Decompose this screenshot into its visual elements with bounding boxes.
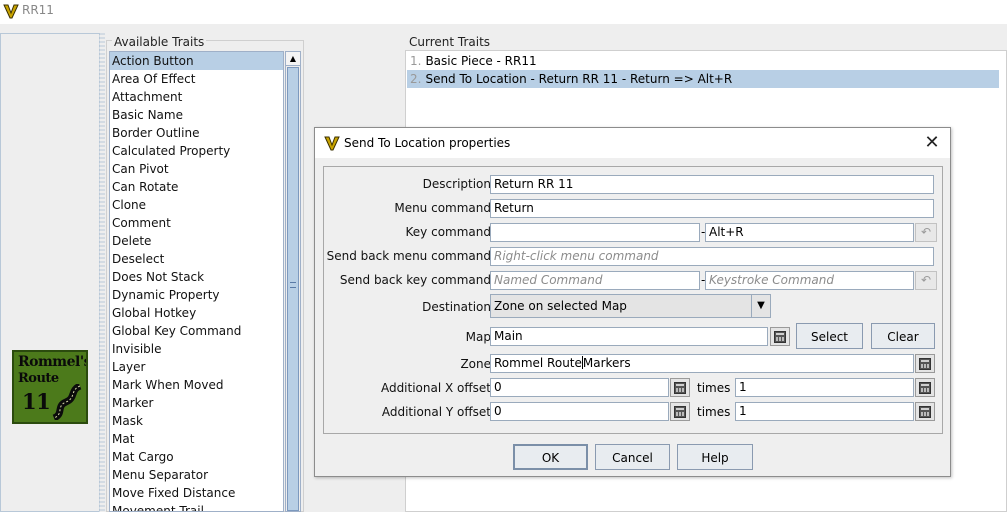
y-offset-label: Additional Y offset (381, 405, 491, 419)
destination-label: Destination (422, 300, 491, 314)
list-item-label: Basic Piece - RR11 (425, 54, 537, 68)
list-item[interactable]: Dynamic Property (110, 286, 283, 304)
send-back-menu-label: Send back menu command (326, 249, 491, 263)
calculator-icon[interactable] (670, 402, 690, 421)
list-item[interactable]: Action Button (110, 52, 283, 70)
map-field[interactable]: Main (490, 327, 768, 346)
keystroke-field[interactable]: Alt+R (705, 223, 914, 242)
calculator-icon[interactable] (670, 378, 690, 397)
list-item[interactable]: Can Pivot (110, 160, 283, 178)
undo-icon[interactable]: ↶ (915, 271, 937, 290)
available-traits-list[interactable]: Action Button Area Of Effect Attachment … (109, 51, 284, 512)
list-item[interactable]: Comment (110, 214, 283, 232)
current-traits-title: Current Traits (409, 35, 491, 49)
menu-command-label: Menu command (394, 201, 491, 215)
list-item[interactable]: Area Of Effect (110, 70, 283, 88)
list-item[interactable]: Marker (110, 394, 283, 412)
list-item[interactable]: Mark When Moved (110, 376, 283, 394)
list-item[interactable]: Does Not Stack (110, 268, 283, 286)
send-back-named-command-field[interactable]: Named Command (490, 271, 700, 290)
x-multiplier-field[interactable]: 1 (735, 378, 914, 397)
list-item-number: 1. (410, 54, 422, 68)
zone-value-part2: Markers (582, 356, 631, 370)
road-icon (52, 384, 82, 420)
window-titlebar: RR11 (0, 0, 1007, 24)
scrollbar-thumb[interactable] (287, 67, 299, 511)
piece-text-line1: Rommel's (18, 354, 88, 370)
list-item[interactable]: Border Outline (110, 124, 283, 142)
list-item[interactable]: Delete (110, 232, 283, 250)
list-item[interactable]: Global Key Command (110, 322, 283, 340)
cancel-button[interactable]: Cancel (595, 444, 670, 470)
list-item[interactable]: Mat Cargo (110, 448, 283, 466)
list-item[interactable]: Clone (110, 196, 283, 214)
description-field[interactable]: Return RR 11 (490, 175, 934, 194)
properties-panel: Description Return RR 11 Menu command Re… (323, 166, 943, 434)
list-item-number: 2. (410, 72, 422, 86)
undo-icon[interactable]: ↶ (915, 223, 937, 242)
named-key-command-field[interactable] (490, 223, 700, 242)
map-select-button[interactable]: Select (796, 323, 863, 349)
list-item[interactable]: Can Rotate (110, 178, 283, 196)
calculator-icon[interactable] (915, 378, 935, 397)
dialog-titlebar: Send To Location properties ✕ (315, 128, 950, 158)
window-title: RR11 (22, 3, 54, 17)
list-item[interactable]: Mask (110, 412, 283, 430)
destination-value: Zone on selected Map (494, 299, 627, 313)
x-times-label: times (697, 381, 731, 395)
list-item[interactable]: Basic Name (110, 106, 283, 124)
list-item[interactable]: 1. Basic Piece - RR11 (407, 52, 999, 70)
send-back-menu-field[interactable]: Right-click menu command (490, 247, 934, 266)
y-times-label: times (697, 405, 731, 419)
available-traits-title: Available Traits (112, 35, 207, 49)
chevron-down-icon: ▼ (751, 295, 770, 317)
list-item[interactable]: Move Fixed Distance (110, 484, 283, 502)
send-back-key-label: Send back key command (339, 273, 491, 287)
list-item[interactable]: Menu Separator (110, 466, 283, 484)
list-item[interactable]: Calculated Property (110, 142, 283, 160)
grip-icon (290, 282, 296, 288)
menu-command-field[interactable]: Return (490, 199, 934, 218)
send-to-location-dialog: Send To Location properties ✕ Descriptio… (314, 127, 951, 477)
list-item[interactable]: Mat (110, 430, 283, 448)
piece-preview-panel: Rommel's Route 11 (0, 33, 100, 512)
available-traits-scrollbar[interactable]: ▲ (285, 51, 301, 512)
piece-text-line3: 11 (22, 389, 51, 414)
close-icon[interactable]: ✕ (920, 131, 944, 155)
zone-label: Zone (460, 357, 491, 371)
splitter-handle[interactable] (99, 33, 105, 512)
list-item[interactable]: Deselect (110, 250, 283, 268)
description-label: Description (422, 177, 491, 191)
zone-value-part1: Rommel Route (494, 356, 582, 370)
ok-button[interactable]: OK (513, 444, 588, 470)
calculator-icon[interactable] (915, 402, 935, 421)
list-item[interactable]: Layer (110, 358, 283, 376)
help-button[interactable]: Help (677, 444, 753, 470)
list-item[interactable]: 2. Send To Location - Return RR 11 - Retu… (407, 70, 999, 88)
calculator-icon[interactable] (770, 327, 790, 346)
vassal-logo-icon (3, 4, 19, 19)
list-item-label: Send To Location - Return RR 11 - Return… (425, 72, 733, 86)
y-multiplier-field[interactable]: 1 (735, 402, 914, 421)
y-offset-field[interactable]: 0 (490, 402, 669, 421)
map-label: Map (465, 330, 491, 344)
scroll-up-arrow-icon[interactable]: ▲ (286, 52, 300, 66)
piece-image: Rommel's Route 11 (12, 350, 88, 424)
key-command-label: Key command (405, 225, 491, 239)
x-offset-field[interactable]: 0 (490, 378, 669, 397)
zone-field[interactable]: Rommel RouteMarkers (490, 354, 914, 373)
calculator-icon[interactable] (915, 354, 935, 373)
x-offset-label: Additional X offset (380, 381, 491, 395)
vassal-logo-icon (324, 136, 340, 151)
destination-dropdown[interactable]: Zone on selected Map ▼ (490, 294, 771, 318)
list-item[interactable]: Movement Trail (110, 502, 283, 511)
send-back-keystroke-field[interactable]: Keystroke Command (705, 271, 914, 290)
list-item[interactable]: Attachment (110, 88, 283, 106)
list-item[interactable]: Global Hotkey (110, 304, 283, 322)
dialog-title: Send To Location properties (344, 136, 511, 150)
map-clear-button[interactable]: Clear (871, 323, 935, 349)
list-item[interactable]: Invisible (110, 340, 283, 358)
